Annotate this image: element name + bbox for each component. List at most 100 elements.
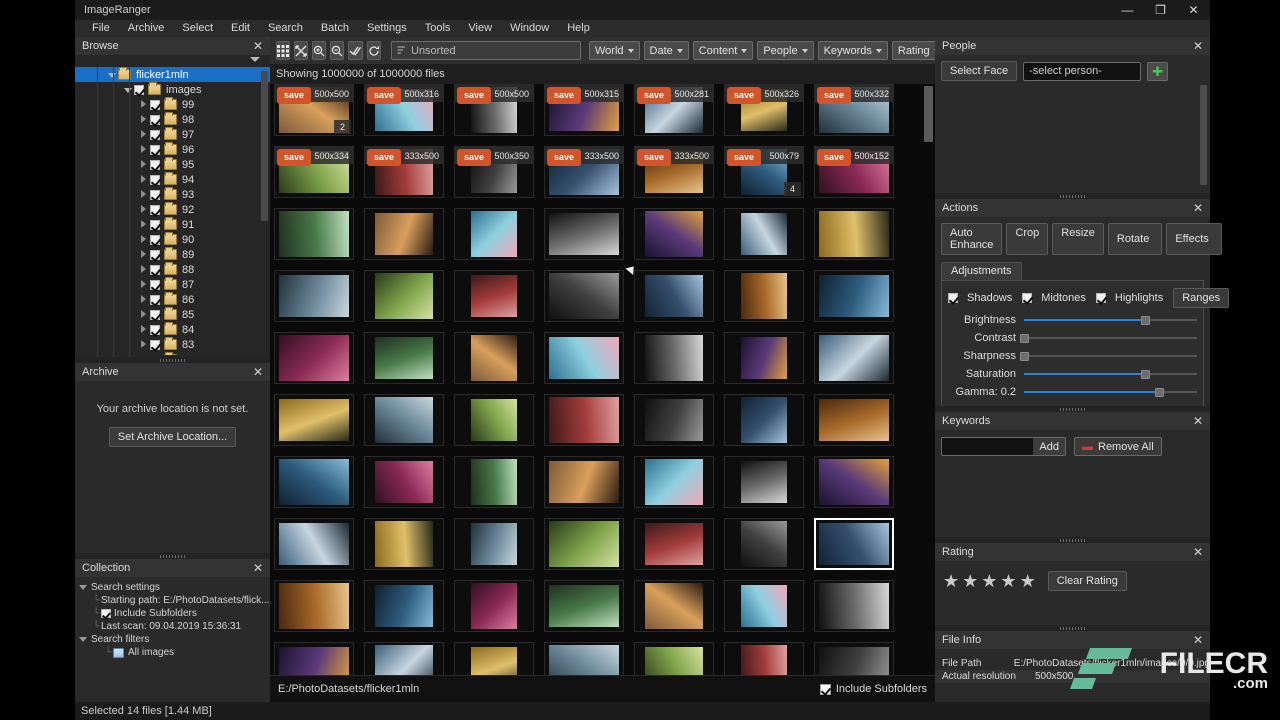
- minimize-button[interactable]: —: [1111, 0, 1144, 20]
- menu-item-view[interactable]: View: [459, 20, 501, 37]
- all-images-row[interactable]: └ All images: [79, 646, 270, 659]
- chevron-down-icon[interactable]: [250, 57, 260, 62]
- thumbnail-cell[interactable]: [814, 270, 894, 322]
- close-button[interactable]: ✕: [1177, 0, 1210, 20]
- tab-adjustments[interactable]: Adjustments: [941, 262, 1022, 280]
- person-select[interactable]: -select person-: [1023, 62, 1141, 81]
- expand-arrow-icon[interactable]: [137, 279, 150, 291]
- thumbnail-cell[interactable]: [814, 642, 894, 676]
- folder-checkbox[interactable]: [150, 100, 160, 110]
- thumbnail-cell[interactable]: [274, 394, 354, 446]
- save-badge[interactable]: save: [637, 87, 671, 104]
- star-3[interactable]: ★: [981, 572, 997, 590]
- save-badge[interactable]: save: [727, 87, 761, 104]
- thumbnail-cell[interactable]: 500x500save: [454, 84, 534, 136]
- tree-node-97[interactable]: 97: [75, 127, 270, 142]
- thumbnail-cell[interactable]: 500x79save4: [724, 146, 804, 198]
- thumbnail-cell[interactable]: [274, 208, 354, 260]
- filter-world[interactable]: World: [589, 41, 640, 60]
- tree-node-95[interactable]: 95: [75, 157, 270, 172]
- save-badge[interactable]: save: [727, 149, 761, 166]
- thumbnail-cell[interactable]: [544, 580, 624, 632]
- thumbnail-cell[interactable]: 333x500save: [364, 146, 444, 198]
- thumbnail-cell[interactable]: [364, 642, 444, 676]
- rotate-dropdown[interactable]: Rotate: [1108, 223, 1162, 255]
- tree-node-94[interactable]: 94: [75, 172, 270, 187]
- add-keyword-button[interactable]: Add: [1033, 438, 1065, 455]
- tree-node-92[interactable]: 92: [75, 202, 270, 217]
- folder-checkbox[interactable]: [150, 115, 160, 125]
- folder-checkbox[interactable]: [150, 130, 160, 140]
- menu-item-select[interactable]: Select: [173, 20, 222, 37]
- expand-arrow-icon[interactable]: [137, 159, 150, 171]
- thumbnail-cell[interactable]: 500x281save: [634, 84, 714, 136]
- folder-checkbox[interactable]: [150, 205, 160, 215]
- close-icon[interactable]: ✕: [1191, 546, 1205, 558]
- thumbnail-cell[interactable]: [544, 394, 624, 446]
- folder-checkbox[interactable]: [150, 340, 160, 350]
- expand-arrow-icon[interactable]: [137, 249, 150, 261]
- tree-node-root[interactable]: flicker1mln: [75, 67, 270, 82]
- thumbnail-cell[interactable]: [454, 518, 534, 570]
- thumbnail-cell[interactable]: [634, 456, 714, 508]
- thumbnail-cell[interactable]: 500x316save: [364, 84, 444, 136]
- close-icon[interactable]: ✕: [251, 366, 265, 378]
- resize-button[interactable]: Resize: [1052, 223, 1104, 255]
- thumbnail-cell[interactable]: [634, 580, 714, 632]
- thumbnail-cell[interactable]: [364, 332, 444, 384]
- clear-rating-button[interactable]: Clear Rating: [1048, 571, 1127, 591]
- midtones-checkbox[interactable]: [1022, 293, 1032, 303]
- thumbnail-cell[interactable]: [724, 394, 804, 446]
- tree-node-91[interactable]: 91: [75, 217, 270, 232]
- thumbnail-cell[interactable]: [274, 332, 354, 384]
- filter-date[interactable]: Date: [644, 41, 689, 60]
- thumbnail-cell[interactable]: [724, 456, 804, 508]
- tree-node-99[interactable]: 99: [75, 97, 270, 112]
- expand-arrow-icon[interactable]: [105, 69, 118, 81]
- menu-item-window[interactable]: Window: [501, 20, 558, 37]
- thumbnail-cell[interactable]: [814, 332, 894, 384]
- folder-checkbox[interactable]: [150, 235, 160, 245]
- menu-item-archive[interactable]: Archive: [119, 20, 174, 37]
- close-icon[interactable]: ✕: [1191, 202, 1205, 214]
- folder-checkbox[interactable]: [150, 250, 160, 260]
- save-badge[interactable]: save: [547, 87, 581, 104]
- thumbnail-cell[interactable]: [454, 270, 534, 322]
- slider-handle[interactable]: [1141, 370, 1150, 379]
- search-filters-node[interactable]: Search filters: [79, 633, 270, 646]
- close-icon[interactable]: ✕: [251, 40, 265, 52]
- crop-button[interactable]: Crop: [1006, 223, 1048, 255]
- save-badge[interactable]: save: [277, 149, 311, 166]
- refresh-icon[interactable]: [367, 41, 381, 60]
- thumbnail-cell[interactable]: [364, 580, 444, 632]
- thumbnail-cell[interactable]: [274, 456, 354, 508]
- slider-gamma[interactable]: [1024, 386, 1197, 398]
- people-scrollbar[interactable]: [1200, 85, 1207, 185]
- folder-checkbox[interactable]: [150, 160, 160, 170]
- save-badge[interactable]: save: [457, 149, 491, 166]
- expand-arrow-icon[interactable]: [137, 264, 150, 276]
- folder-checkbox[interactable]: [150, 265, 160, 275]
- star-2[interactable]: ★: [962, 572, 978, 590]
- menu-item-file[interactable]: File: [83, 20, 119, 37]
- tree-node-96[interactable]: 96: [75, 142, 270, 157]
- include-subfolders-checkbox[interactable]: [820, 684, 831, 695]
- thumbnail-cell[interactable]: [724, 270, 804, 322]
- menu-item-search[interactable]: Search: [259, 20, 312, 37]
- filter-content[interactable]: Content: [693, 41, 754, 60]
- maximize-button[interactable]: ❐: [1144, 0, 1177, 20]
- folder-checkbox[interactable]: [134, 85, 144, 95]
- filter-keywords[interactable]: Keywords: [818, 41, 888, 60]
- expand-arrow-icon[interactable]: [137, 204, 150, 216]
- folder-checkbox[interactable]: [150, 190, 160, 200]
- thumbnail-cell[interactable]: [634, 208, 714, 260]
- close-icon[interactable]: ✕: [1191, 634, 1205, 646]
- tree-node-88[interactable]: 88: [75, 262, 270, 277]
- thumbnail-cell[interactable]: 500x350save: [454, 146, 534, 198]
- expand-arrow-icon[interactable]: [137, 174, 150, 186]
- thumbnail-cell[interactable]: [364, 456, 444, 508]
- thumbnail-cell[interactable]: [454, 208, 534, 260]
- folder-checkbox[interactable]: [150, 295, 160, 305]
- thumbnail-cell[interactable]: [544, 208, 624, 260]
- thumbnail-cell[interactable]: [454, 394, 534, 446]
